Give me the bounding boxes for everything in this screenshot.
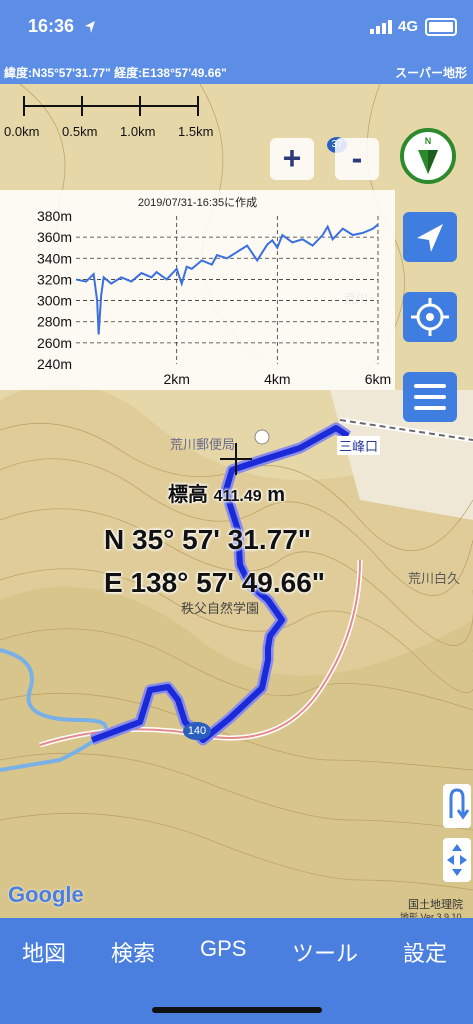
place-label-school: 秩父自然学園 — [181, 601, 260, 616]
scale-label-0: 0.0km — [4, 124, 40, 139]
y-tick-label: 380m — [37, 208, 72, 224]
x-tick-label: 4km — [264, 371, 290, 387]
tab-tools[interactable]: ツール — [292, 936, 358, 968]
pan-button[interactable] — [443, 838, 471, 882]
compass-icon: N — [418, 136, 438, 174]
u-turn-icon — [449, 788, 470, 820]
map-type-label[interactable]: スーパー地形 — [395, 64, 467, 81]
scale-bar: 0.0km 0.5km 1.0km 1.5km — [0, 92, 230, 142]
route-shield: 140 — [183, 722, 211, 740]
chart-plot: 380m 360m 340m 320m 300m 280m 260m 240m 2km 4km 6k… — [37, 208, 391, 387]
zoom-out-button[interactable]: - — [335, 138, 379, 180]
latitude-overlay: N 35° 57' 31.77" — [104, 524, 312, 555]
navigation-arrow-icon — [417, 224, 443, 252]
status-time: 16:36 — [28, 16, 75, 36]
version-label: 地形 Ver 3.9.10 — [400, 912, 462, 918]
x-tick-label: 6km — [365, 371, 391, 387]
u-turn-button[interactable] — [443, 784, 471, 828]
compass-button[interactable]: N — [400, 128, 456, 184]
scale-label-2: 1.0km — [120, 124, 156, 139]
y-tick-label: 260m — [37, 335, 72, 351]
tab-gps[interactable]: GPS — [200, 936, 246, 962]
scale-label-3: 1.5km — [178, 124, 214, 139]
home-indicator — [152, 1007, 322, 1013]
tab-settings[interactable]: 設定 — [403, 936, 447, 968]
x-tick-label: 2km — [163, 371, 189, 387]
elevation-chart: 2019/07/31-16:35に作成 380m 360m 340m 320m 300m… — [0, 190, 395, 390]
longitude-overlay: E 138° 57' 49.66" — [104, 567, 326, 598]
navigate-button[interactable] — [403, 212, 457, 262]
y-tick-label: 300m — [37, 293, 72, 309]
y-tick-label: 320m — [37, 271, 72, 287]
scale-label-1: 0.5km — [62, 124, 98, 139]
google-logo: Google — [8, 882, 84, 907]
scale-ruler — [23, 96, 199, 116]
network-type: 4G — [398, 18, 419, 35]
location-arrow-icon — [85, 21, 95, 33]
svg-text:N: N — [425, 136, 432, 146]
place-label-shirakyu: 荒川白久 — [408, 571, 461, 586]
zoom-in-button[interactable]: + — [270, 138, 314, 180]
battery-icon — [425, 18, 457, 36]
coordinates-text: 緯度:N35°57'31.77" 経度:E138°57'49.66" — [4, 66, 227, 80]
y-tick-label: 360m — [37, 229, 72, 245]
y-tick-label: 280m — [37, 314, 72, 330]
elevation-label: 標高 411.49 m — [168, 484, 285, 506]
tab-search[interactable]: 検索 — [111, 936, 155, 968]
post-office-label: 荒川郵便局 — [170, 437, 236, 452]
station-label: 三峰口 — [337, 436, 381, 455]
menu-button[interactable] — [403, 372, 457, 422]
target-icon — [411, 298, 449, 336]
y-tick-label: 240m — [37, 356, 72, 372]
y-tick-label: 340m — [37, 250, 72, 266]
tab-map[interactable]: 地図 — [22, 936, 66, 968]
coordinate-bar: 緯度:N35°57'31.77" 経度:E138°57'49.66" スーパー地… — [0, 58, 473, 84]
current-location-button[interactable] — [403, 292, 457, 342]
signal-icon — [370, 20, 392, 34]
hamburger-icon — [414, 384, 446, 410]
status-bar: 16:36 4G — [0, 0, 473, 58]
move-arrows-icon — [447, 844, 467, 876]
